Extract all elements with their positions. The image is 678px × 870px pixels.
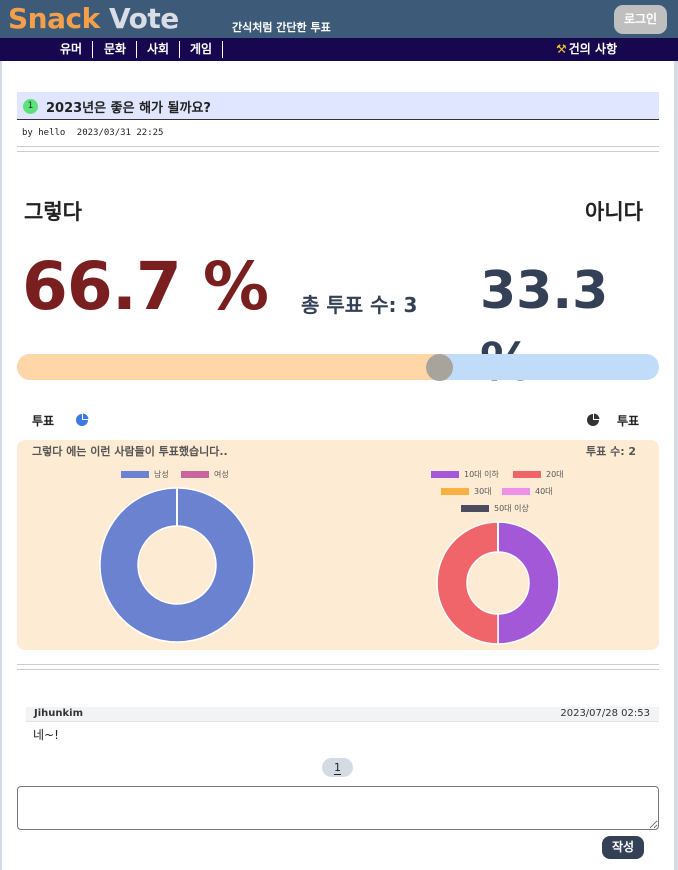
- post-meta: by hello 2023/03/31 22:25: [22, 128, 169, 138]
- stats-description: 그렇다 에는 이런 사람들이 투표했습니다..: [32, 445, 228, 458]
- frame-right: [674, 61, 678, 870]
- legend-label: 10대 이하: [464, 470, 499, 479]
- legend-item[interactable]: 10대 이하: [431, 469, 499, 480]
- nav-item-culture[interactable]: 문화: [94, 41, 138, 58]
- post-number-badge: 1: [23, 99, 38, 114]
- vote-ratio-handle: [426, 354, 453, 381]
- comment-input[interactable]: [17, 786, 659, 830]
- nav-item-humor[interactable]: 유머: [50, 41, 94, 58]
- legend-label: 20대: [546, 470, 564, 479]
- gender-donut-chart: [99, 487, 255, 643]
- submit-comment-button[interactable]: 작성: [602, 836, 644, 859]
- legend-label: 30대: [474, 487, 492, 496]
- pie-chart-icon[interactable]: [586, 413, 600, 427]
- post-date: 2023/03/31 22:25: [76, 128, 164, 138]
- divider: [17, 146, 659, 147]
- legend-swatch: [181, 471, 209, 478]
- divider: [17, 664, 659, 665]
- donut-slice[interactable]: [436, 521, 499, 645]
- legend-swatch: [461, 505, 489, 512]
- frame-left: [0, 61, 2, 870]
- logo-snack-text: Snack: [8, 2, 100, 35]
- total-votes: 총 투표 수: 3: [301, 293, 418, 317]
- top-header: Snack Vote 간식처럼 간단한 투표 로그인: [0, 0, 678, 38]
- legend-swatch: [441, 488, 469, 495]
- comment-date: 2023/07/28 02:53: [560, 708, 650, 719]
- suggestion-link[interactable]: ⚒ 건의 사항: [556, 41, 617, 58]
- comment-author: Jihunkim: [34, 708, 84, 719]
- category-nav: 유머 문화 사회 게임 ⚒ 건의 사항: [0, 38, 678, 61]
- voter-stats-panel: 그렇다 에는 이런 사람들이 투표했습니다.. 투표 수: 2 남성 여성 10…: [17, 440, 659, 650]
- option-yes-label[interactable]: 그렇다: [24, 196, 82, 226]
- nav-item-game[interactable]: 게임: [180, 41, 224, 58]
- post-title-bar: 1 2023년은 좋은 해가 될까요?: [17, 92, 659, 120]
- legend-item[interactable]: 30대: [441, 486, 492, 497]
- legend-swatch: [502, 488, 530, 495]
- post-author: by hello: [22, 128, 66, 138]
- divider: [17, 669, 659, 670]
- age-donut-chart: [436, 521, 560, 645]
- comment-text: 네~!: [33, 728, 59, 742]
- vote-no-button[interactable]: 투표: [617, 412, 639, 429]
- legend-item[interactable]: 남성: [121, 469, 169, 480]
- vote-ratio-yes-fill: [17, 354, 446, 380]
- vote-yes-button[interactable]: 투표: [32, 412, 54, 429]
- option-no-label[interactable]: 아니다: [585, 196, 643, 226]
- vote-ratio-bar: [17, 354, 659, 380]
- divider: [17, 151, 659, 152]
- tools-icon: ⚒: [556, 42, 567, 56]
- stats-vote-count: 투표 수: 2: [586, 445, 637, 458]
- post-title: 2023년은 좋은 해가 될까요?: [46, 101, 211, 116]
- legend-item[interactable]: 20대: [513, 469, 564, 480]
- legend-label: 40대: [535, 487, 553, 496]
- pie-chart-icon[interactable]: [75, 413, 89, 427]
- yes-percentage: 66.7 %: [22, 248, 269, 325]
- legend-swatch: [121, 471, 149, 478]
- legend-label: 남성: [154, 470, 169, 479]
- legend-swatch: [513, 471, 541, 478]
- legend-swatch: [431, 471, 459, 478]
- donut-slice[interactable]: [497, 521, 560, 645]
- pagination-page-button[interactable]: 1: [322, 758, 353, 777]
- comment-header: Jihunkim 2023/07/28 02:53: [26, 707, 659, 722]
- site-tagline: 간식처럼 간단한 투표: [232, 21, 331, 34]
- legend-label: 50대 이상: [494, 504, 529, 513]
- legend-item[interactable]: 40대: [502, 486, 553, 497]
- page-number: 1: [334, 761, 341, 775]
- legend-item[interactable]: 여성: [181, 469, 229, 480]
- legend-label: 여성: [214, 470, 229, 479]
- site-logo[interactable]: Snack Vote: [8, 2, 179, 36]
- nav-item-society[interactable]: 사회: [137, 41, 181, 58]
- logo-vote-text: Vote: [108, 2, 179, 35]
- suggestion-label: 건의 사항: [568, 42, 618, 56]
- legend-item[interactable]: 50대 이상: [461, 503, 529, 514]
- login-button[interactable]: 로그인: [614, 5, 667, 34]
